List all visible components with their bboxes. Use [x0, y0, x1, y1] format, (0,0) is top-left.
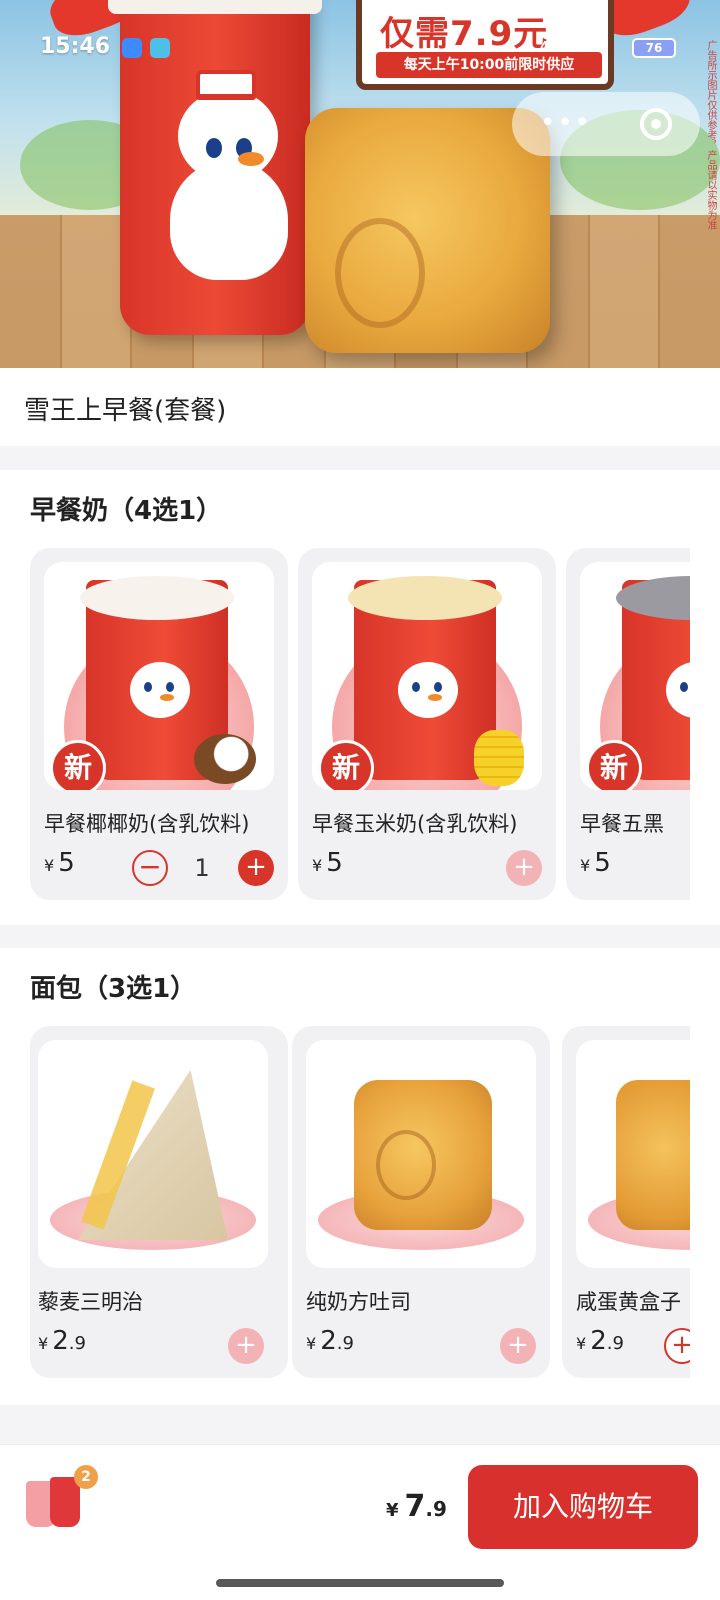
- product-price: ¥5: [44, 848, 75, 878]
- toast-image: [354, 1080, 492, 1230]
- bread-card-sandwich[interactable]: 藜麦三明治 ¥2.9 +: [30, 1026, 288, 1378]
- product-name: 早餐玉米奶(含乳饮料): [312, 812, 518, 836]
- product-image: [306, 1040, 536, 1268]
- close-target-icon[interactable]: [640, 108, 672, 140]
- corn-image: [474, 730, 524, 786]
- product-price: ¥5: [580, 848, 611, 878]
- battery-icon: 76: [632, 38, 676, 58]
- product-image: [38, 1040, 268, 1268]
- bread-card-egg-yolk[interactable]: 咸蛋黄盒子 ¥2.9 +: [562, 1026, 690, 1378]
- status-bar: 15:46 4G 76: [0, 30, 720, 66]
- add-button[interactable]: +: [500, 1328, 536, 1364]
- bread-card-toast[interactable]: 纯奶方吐司 ¥2.9 +: [292, 1026, 550, 1378]
- bread-section-title: 面包（3选1）: [30, 974, 197, 1004]
- notification-app-icon: [122, 38, 142, 58]
- decrease-button[interactable]: −: [132, 850, 168, 886]
- product-image: 新: [312, 562, 542, 790]
- increase-button[interactable]: +: [238, 850, 274, 886]
- product-name: 藜麦三明治: [38, 1290, 143, 1314]
- product-price: ¥2.9: [306, 1326, 354, 1356]
- coconut-image: [194, 734, 256, 784]
- new-badge: 新: [50, 740, 106, 790]
- total-price: ¥7.9: [386, 1489, 447, 1524]
- home-indicator[interactable]: [216, 1579, 504, 1587]
- miniprogram-capsule: •••: [512, 92, 700, 156]
- signal-icon: 4G: [540, 40, 560, 55]
- add-button[interactable]: +: [664, 1328, 690, 1364]
- box-bread-image: [616, 1080, 690, 1230]
- new-badge: 新: [586, 740, 642, 790]
- product-name: 咸蛋黄盒子: [576, 1290, 681, 1314]
- status-time: 15:46: [40, 34, 111, 59]
- add-to-cart-button[interactable]: 加入购物车: [468, 1465, 698, 1549]
- bottom-bar: 2 ¥7.9 加入购物车: [0, 1444, 720, 1600]
- cart-icon[interactable]: 2: [22, 1465, 98, 1535]
- product-title: 雪王上早餐(套餐): [24, 396, 227, 426]
- product-title-bar: 雪王上早餐(套餐): [0, 368, 720, 446]
- bread-card-list[interactable]: 藜麦三明治 ¥2.9 + 纯奶方吐司 ¥2.9 + 咸蛋黄盒子 ¥2.9 +: [30, 1026, 690, 1378]
- more-icon[interactable]: •••: [540, 110, 592, 136]
- bread-section: 面包（3选1） 藜麦三明治 ¥2.9 + 纯奶方吐司 ¥2.9 + 咸蛋黄盒子 …: [0, 948, 720, 1405]
- hero-toast: [305, 108, 550, 353]
- product-price: ¥2.9: [38, 1326, 86, 1356]
- snow-king-mascot: [160, 70, 290, 280]
- cart-count-badge: 2: [74, 1465, 98, 1489]
- disclaimer-note: 广告所示图片仅供参考，产品请以实物为准: [705, 40, 716, 230]
- milk-card-coconut[interactable]: 新 早餐椰椰奶(含乳饮料) ¥5 − 1 +: [30, 548, 288, 900]
- product-image: 新: [44, 562, 274, 790]
- product-price: ¥2.9: [576, 1326, 624, 1356]
- product-name: 纯奶方吐司: [306, 1290, 411, 1314]
- new-badge: 新: [318, 740, 374, 790]
- milk-card-black[interactable]: 新 早餐五黑 ¥5: [566, 548, 690, 900]
- product-name: 早餐五黑: [580, 812, 664, 836]
- add-button[interactable]: +: [228, 1328, 264, 1364]
- milk-section: 早餐奶（4选1） 新 早餐椰椰奶(含乳饮料) ¥5 − 1 + 新 早餐玉米奶(…: [0, 470, 720, 925]
- product-image: [576, 1040, 690, 1268]
- milk-card-list[interactable]: 新 早餐椰椰奶(含乳饮料) ¥5 − 1 + 新 早餐玉米奶(含乳饮料) ¥5 …: [30, 548, 690, 900]
- milk-card-corn[interactable]: 新 早餐玉米奶(含乳饮料) ¥5 +: [298, 548, 556, 900]
- product-image: 新: [580, 562, 690, 790]
- product-price: ¥5: [312, 848, 343, 878]
- product-name: 早餐椰椰奶(含乳饮料): [44, 812, 250, 836]
- milk-section-title: 早餐奶（4选1）: [30, 496, 223, 526]
- quantity-value: 1: [194, 854, 210, 882]
- notification-app-icon: [150, 38, 170, 58]
- add-button[interactable]: +: [506, 850, 542, 886]
